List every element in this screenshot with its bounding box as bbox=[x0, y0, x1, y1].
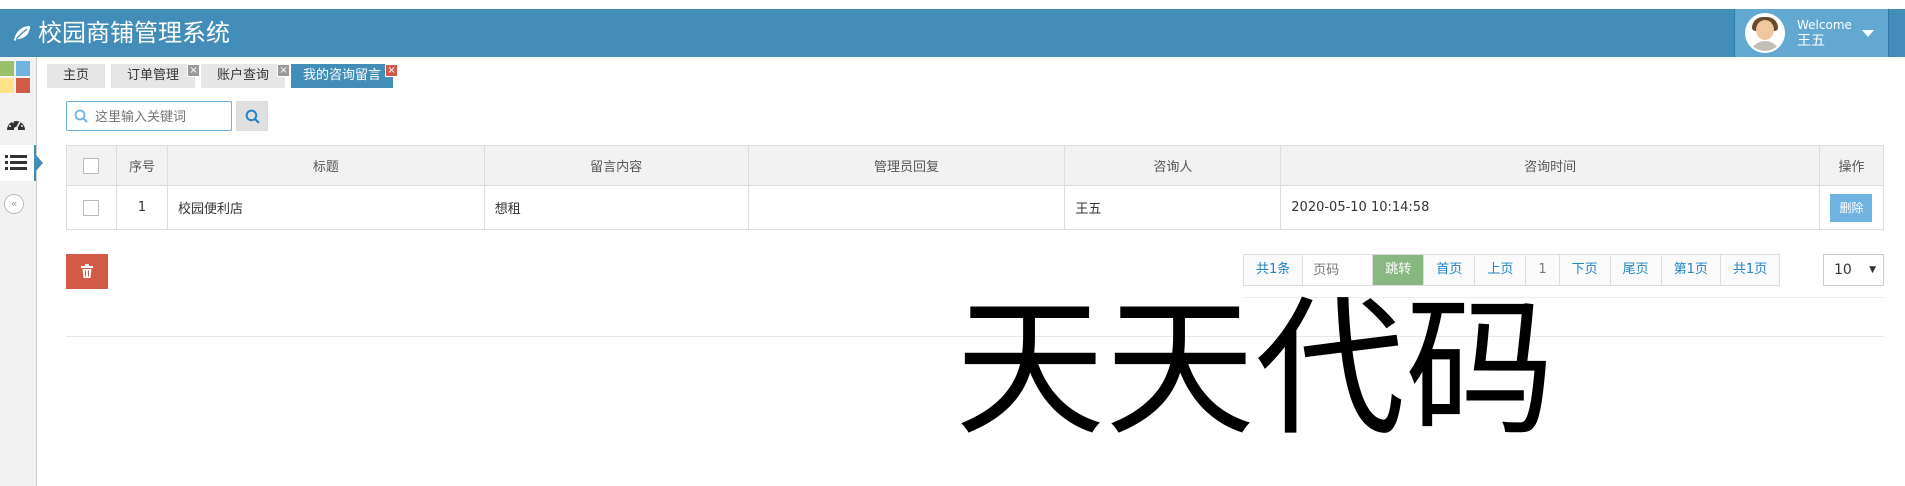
table-row[interactable]: 1 校园便利店 想租 王五 2020-05-10 10:14:58 删除 bbox=[66, 185, 1885, 230]
cell-person: 王五 bbox=[1064, 185, 1282, 230]
tab-account-query[interactable]: 账户查询 × bbox=[201, 64, 291, 88]
tab-bar: 主页 订单管理 × 账户查询 × 我的咨询留言 × bbox=[47, 64, 399, 88]
row-select-cell bbox=[66, 185, 117, 230]
column-header[interactable]: 标题 bbox=[166, 145, 485, 186]
leaf-icon bbox=[14, 26, 30, 41]
dashboard-icon[interactable] bbox=[5, 115, 27, 133]
search-input[interactable] bbox=[93, 106, 227, 128]
first-page-button[interactable]: 首页 bbox=[1424, 255, 1476, 285]
column-header: 操作 bbox=[1818, 145, 1885, 186]
cell-action: 删除 bbox=[1818, 185, 1885, 230]
cell-content: 想租 bbox=[483, 185, 749, 230]
brand[interactable]: 校园商铺管理系统 bbox=[12, 19, 230, 47]
caret-down-icon[interactable] bbox=[1862, 30, 1874, 37]
user-menu[interactable]: Welcome 王五 bbox=[1734, 9, 1889, 57]
pagination: 共1条 跳转 首页 上页 1 下页 尾页 第1页 共1页 bbox=[1243, 254, 1781, 286]
select-all-cell bbox=[66, 145, 117, 186]
cell-title: 校园便利店 bbox=[166, 185, 485, 230]
total-pages: 共1页 bbox=[1720, 255, 1781, 285]
tab-my-messages[interactable]: 我的咨询留言 × bbox=[291, 64, 399, 88]
search-button[interactable] bbox=[236, 101, 268, 131]
current-page[interactable]: 1 bbox=[1526, 255, 1560, 285]
search-icon bbox=[74, 109, 88, 123]
tab-home[interactable]: 主页 bbox=[47, 64, 106, 88]
navbar: 校园商铺管理系统 Welcome 王五 bbox=[0, 9, 1905, 57]
jump-button[interactable]: 跳转 bbox=[1373, 255, 1425, 285]
message-table: 序号 标题 留言内容 管理员回复 咨询人 咨询时间 操作 1 校园便利店 想租 … bbox=[66, 145, 1885, 230]
column-header[interactable]: 管理员回复 bbox=[747, 145, 1066, 186]
search-box bbox=[66, 101, 232, 131]
page-size-value: 10 bbox=[1834, 262, 1852, 278]
list-icon bbox=[5, 155, 27, 170]
batch-delete-button[interactable] bbox=[66, 254, 108, 289]
sidebar: « bbox=[0, 57, 43, 486]
close-icon[interactable]: × bbox=[277, 64, 291, 77]
shortcut-yellow[interactable] bbox=[0, 78, 14, 93]
cell-reply bbox=[747, 185, 1066, 230]
column-header[interactable]: 留言内容 bbox=[483, 145, 749, 186]
shortcut-red[interactable] bbox=[16, 78, 30, 93]
delete-button[interactable]: 删除 bbox=[1830, 193, 1873, 222]
select-all-checkbox[interactable] bbox=[83, 157, 100, 174]
app-title: 校园商铺管理系统 bbox=[38, 19, 230, 47]
sidebar-item-list[interactable] bbox=[0, 145, 43, 181]
total-count: 共1条 bbox=[1244, 255, 1304, 285]
last-page-button[interactable]: 尾页 bbox=[1610, 255, 1662, 285]
column-header[interactable]: 咨询时间 bbox=[1280, 145, 1820, 186]
username: 王五 bbox=[1797, 33, 1825, 49]
collapse-sidebar-icon[interactable]: « bbox=[4, 194, 24, 214]
shortcut-green[interactable] bbox=[0, 61, 14, 76]
table-header-row: 序号 标题 留言内容 管理员回复 咨询人 咨询时间 操作 bbox=[66, 145, 1885, 186]
column-header[interactable]: 序号 bbox=[115, 145, 168, 186]
page-number-input[interactable] bbox=[1303, 255, 1374, 285]
close-icon[interactable]: × bbox=[187, 64, 201, 77]
prev-page-button[interactable]: 上页 bbox=[1475, 255, 1527, 285]
welcome-label: Welcome bbox=[1797, 18, 1852, 32]
cell-index: 1 bbox=[115, 185, 168, 230]
tab-order-management[interactable]: 订单管理 × bbox=[111, 64, 201, 88]
top-strip bbox=[0, 0, 1905, 9]
search-icon bbox=[245, 109, 260, 124]
cell-time: 2020-05-10 10:14:58 bbox=[1280, 185, 1820, 230]
close-icon[interactable]: × bbox=[385, 64, 399, 77]
column-header[interactable]: 咨询人 bbox=[1064, 145, 1282, 186]
row-checkbox[interactable] bbox=[83, 199, 100, 216]
next-page-button[interactable]: 下页 bbox=[1559, 255, 1611, 285]
page-size-select[interactable]: 10 ▼ bbox=[1823, 254, 1884, 286]
page-info: 第1页 bbox=[1661, 255, 1721, 285]
avatar bbox=[1745, 13, 1785, 53]
dropdown-arrow-icon: ▼ bbox=[1869, 265, 1876, 275]
shortcut-blue[interactable] bbox=[16, 61, 30, 76]
trash-icon bbox=[81, 264, 93, 278]
watermark-text: 天天代码 bbox=[955, 283, 1556, 457]
